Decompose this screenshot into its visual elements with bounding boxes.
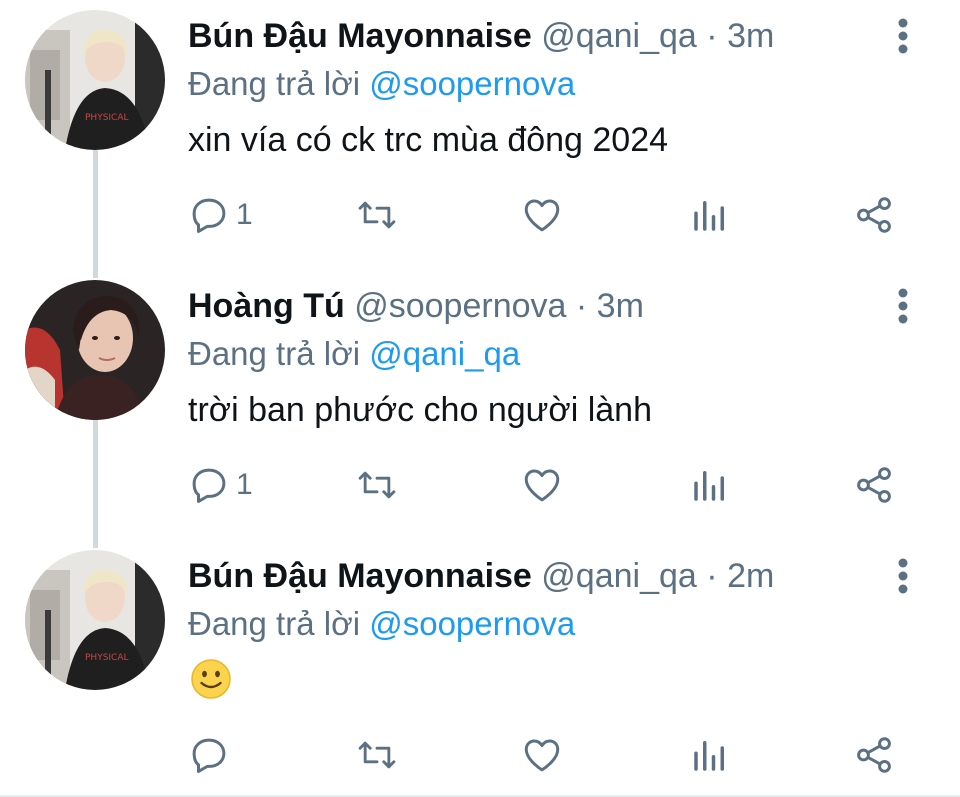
- svg-text:PHYSICAL: PHYSICAL: [85, 653, 129, 663]
- avatar[interactable]: [25, 280, 165, 420]
- slightly-smiling-face-emoji: [190, 658, 232, 705]
- heart-icon: [524, 739, 560, 772]
- mention-link[interactable]: @qani_qa: [369, 335, 520, 372]
- avatar[interactable]: PHYSICAL: [25, 10, 165, 150]
- replying-to-label: Đang trả lời: [188, 65, 361, 102]
- replying-to: Đang trả lời @qani_qa: [188, 332, 520, 376]
- replying-to-label: Đang trả lời: [188, 335, 361, 372]
- heart-icon: [524, 469, 560, 502]
- heart-icon: [524, 199, 560, 232]
- replying-to: Đang trả lời @soopernova: [188, 62, 575, 106]
- views-button[interactable]: [689, 190, 731, 240]
- reply-count: 1: [236, 468, 253, 501]
- tweet-text: xin vía có ck trc mùa đông 2024: [188, 121, 669, 159]
- like-button[interactable]: [521, 460, 563, 510]
- retweet-icon: [358, 741, 396, 769]
- user-handle[interactable]: @soopernova: [354, 287, 566, 325]
- retweet-icon: [358, 471, 396, 499]
- display-name[interactable]: Bún Đậu Mayonnaise: [188, 17, 532, 55]
- user-handle[interactable]: @qani_qa: [541, 17, 697, 55]
- replying-to: Đang trả lời @soopernova: [188, 602, 575, 646]
- share-button[interactable]: [853, 190, 895, 240]
- user-handle[interactable]: @qani_qa: [541, 557, 697, 595]
- reply-icon: [192, 198, 226, 233]
- replying-to-label: Đang trả lời: [188, 605, 361, 642]
- share-button[interactable]: [853, 730, 895, 780]
- tweet-header: Bún Đậu Mayonnaise @qani_qa · 2m: [188, 554, 774, 598]
- action-bar: 1: [0, 190, 960, 240]
- more-icon[interactable]: [888, 554, 918, 598]
- views-button[interactable]: [689, 730, 731, 780]
- separator: ·: [706, 17, 718, 55]
- action-bar: [0, 730, 960, 780]
- action-bar: 1: [0, 460, 960, 510]
- like-button[interactable]: [521, 190, 563, 240]
- retweet-button[interactable]: [355, 190, 399, 240]
- reply-button[interactable]: 1: [188, 190, 253, 240]
- reply-button[interactable]: 1: [188, 460, 253, 510]
- mention-link[interactable]: @soopernova: [369, 605, 575, 642]
- share-icon: [857, 737, 891, 773]
- separator: ·: [706, 557, 718, 595]
- tweet-header: Hoàng Tú @soopernova · 3m: [188, 284, 644, 328]
- like-button[interactable]: [521, 730, 563, 780]
- display-name[interactable]: Hoàng Tú: [188, 287, 345, 325]
- timestamp[interactable]: 2m: [727, 557, 774, 595]
- more-icon[interactable]: [888, 14, 918, 58]
- more-icon[interactable]: [888, 284, 918, 328]
- display-name[interactable]: Bún Đậu Mayonnaise: [188, 557, 532, 595]
- views-button[interactable]: [689, 460, 731, 510]
- timestamp[interactable]: 3m: [727, 17, 774, 55]
- reply-icon: [192, 468, 226, 503]
- share-button[interactable]: [853, 460, 895, 510]
- tweet-text: trời ban phước cho người lành: [188, 391, 652, 429]
- share-icon: [857, 467, 891, 503]
- retweet-icon: [358, 201, 396, 229]
- retweet-button[interactable]: [355, 460, 399, 510]
- svg-text:PHYSICAL: PHYSICAL: [85, 113, 129, 123]
- tweet-header: Bún Đậu Mayonnaise @qani_qa · 3m: [188, 14, 774, 58]
- views-icon: [694, 741, 724, 771]
- share-icon: [857, 197, 891, 233]
- views-icon: [694, 201, 724, 231]
- timestamp[interactable]: 3m: [597, 287, 644, 325]
- reply-button[interactable]: [188, 730, 230, 780]
- retweet-button[interactable]: [355, 730, 399, 780]
- reply-icon: [192, 738, 226, 773]
- reply-thread: PHYSICAL Bún Đậu Mayonnaise @qani_qa · 3…: [0, 0, 960, 797]
- avatar[interactable]: PHYSICAL: [25, 550, 165, 690]
- mention-link[interactable]: @soopernova: [369, 65, 575, 102]
- views-icon: [694, 471, 724, 501]
- separator: ·: [575, 287, 588, 325]
- reply-count: 1: [236, 198, 253, 231]
